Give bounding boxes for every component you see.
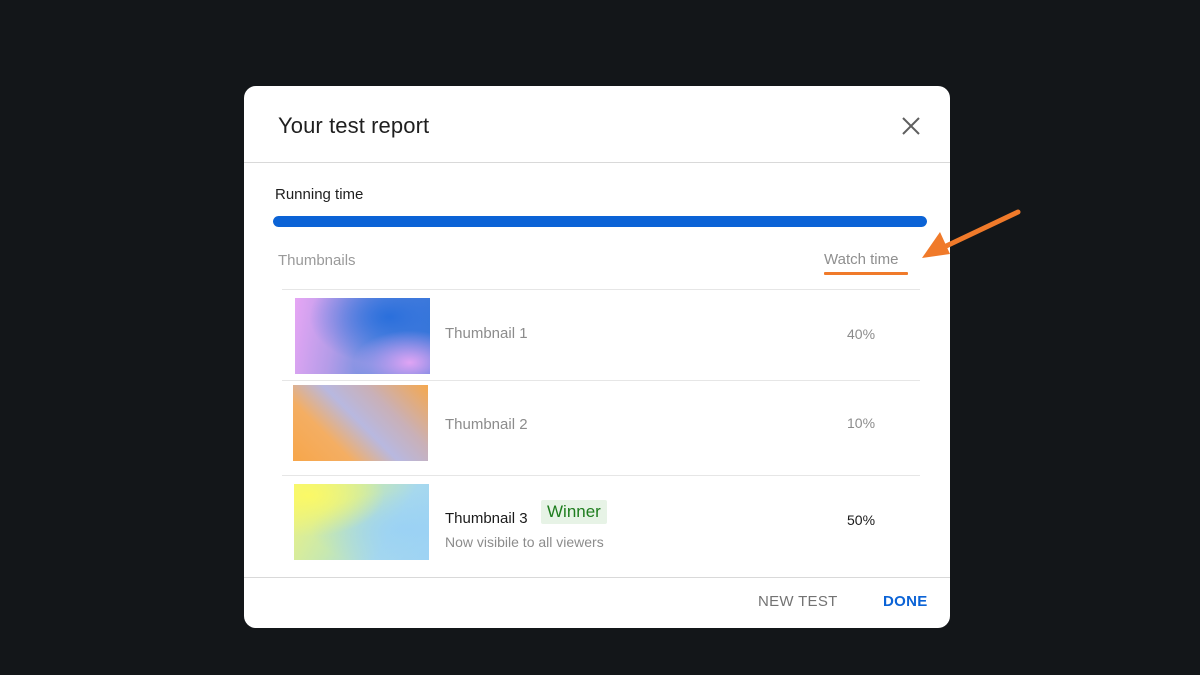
dialog-title: Your test report <box>278 113 430 138</box>
watch-time-value: 50% <box>847 512 876 528</box>
close-button[interactable] <box>898 113 924 139</box>
table-row: Thumbnail 2 10% <box>282 380 920 475</box>
thumbnail-name: Thumbnail 2 <box>445 416 528 433</box>
test-report-dialog: Your test report Running time Thumbnails… <box>244 86 950 628</box>
winner-badge: Winner <box>541 500 607 524</box>
arrow-icon <box>922 209 1021 258</box>
running-time-progress <box>273 216 927 227</box>
thumbnails-column-header: Thumbnails <box>278 252 356 269</box>
winner-subtext: Now visibile to all viewers <box>445 534 604 550</box>
close-icon <box>902 117 920 135</box>
watch-time-underline <box>824 272 908 275</box>
thumbnail-name: Thumbnail 1 <box>445 325 528 342</box>
stage-backdrop: Your test report Running time Thumbnails… <box>0 0 1200 675</box>
table-row: Thumbnail 1 40% <box>282 289 920 384</box>
done-button[interactable]: DONE <box>883 593 928 610</box>
dialog-footer: NEW TEST DONE <box>244 577 950 628</box>
thumbnail-image <box>295 298 430 374</box>
watch-time-column-header[interactable]: Watch time <box>824 251 898 268</box>
dialog-header: Your test report <box>244 86 950 163</box>
running-time-label: Running time <box>275 186 364 203</box>
watch-time-value: 40% <box>847 326 876 342</box>
thumbnail-name: Thumbnail 3 <box>445 510 528 527</box>
thumbnail-image <box>293 385 428 461</box>
running-time-progress-fill <box>273 216 927 227</box>
watch-time-value: 10% <box>847 415 876 431</box>
thumbnail-image <box>294 484 429 560</box>
table-row: Thumbnail 3 Winner Now visibile to all v… <box>282 475 920 570</box>
new-test-button[interactable]: NEW TEST <box>758 593 838 610</box>
